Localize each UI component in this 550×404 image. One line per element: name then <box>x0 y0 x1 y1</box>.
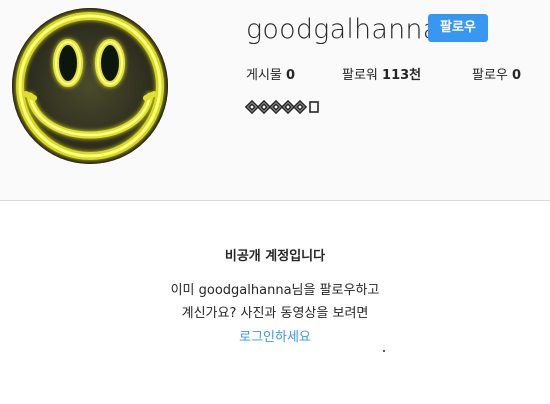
stat-followers[interactable]: 팔로워 113천 <box>342 64 421 83</box>
stat-following[interactable]: 팔로우 0 <box>472 64 521 83</box>
follow-button[interactable]: 팔로우 <box>428 14 488 42</box>
loading-dot <box>383 350 385 352</box>
login-link[interactable]: 로그인하세요 <box>0 326 550 345</box>
stat-followers-label: 팔로워 <box>342 68 378 83</box>
username: goodgalhanna <box>246 14 440 45</box>
stat-posts-label: 게시물 <box>246 68 282 83</box>
stat-following-count: 0 <box>512 68 522 83</box>
full-name <box>244 96 324 118</box>
stat-followers-count: 113천 <box>382 68 422 83</box>
private-account-panel: 비공개 계정입니다 이미 goodgalhanna님을 팔로우하고 계신가요? … <box>0 201 550 404</box>
full-name-glyphs <box>244 96 324 118</box>
neon-smiley-icon <box>12 8 168 164</box>
stat-posts: 게시물 0 <box>246 64 295 83</box>
stat-following-label: 팔로우 <box>472 68 508 83</box>
private-account-message-line1: 이미 goodgalhanna님을 팔로우하고 <box>170 283 380 298</box>
avatar <box>12 8 168 164</box>
private-account-title: 비공개 계정입니다 <box>224 249 326 264</box>
private-account-message-line2: 계신가요? 사진과 동영상을 보려면 <box>181 306 369 321</box>
stat-posts-count: 0 <box>286 68 296 83</box>
profile-header: goodgalhanna 팔로우 게시물 0 팔로워 113천 팔로우 0 <box>0 0 550 200</box>
profile-stats: 게시물 0 팔로워 113천 팔로우 0 <box>246 64 546 84</box>
